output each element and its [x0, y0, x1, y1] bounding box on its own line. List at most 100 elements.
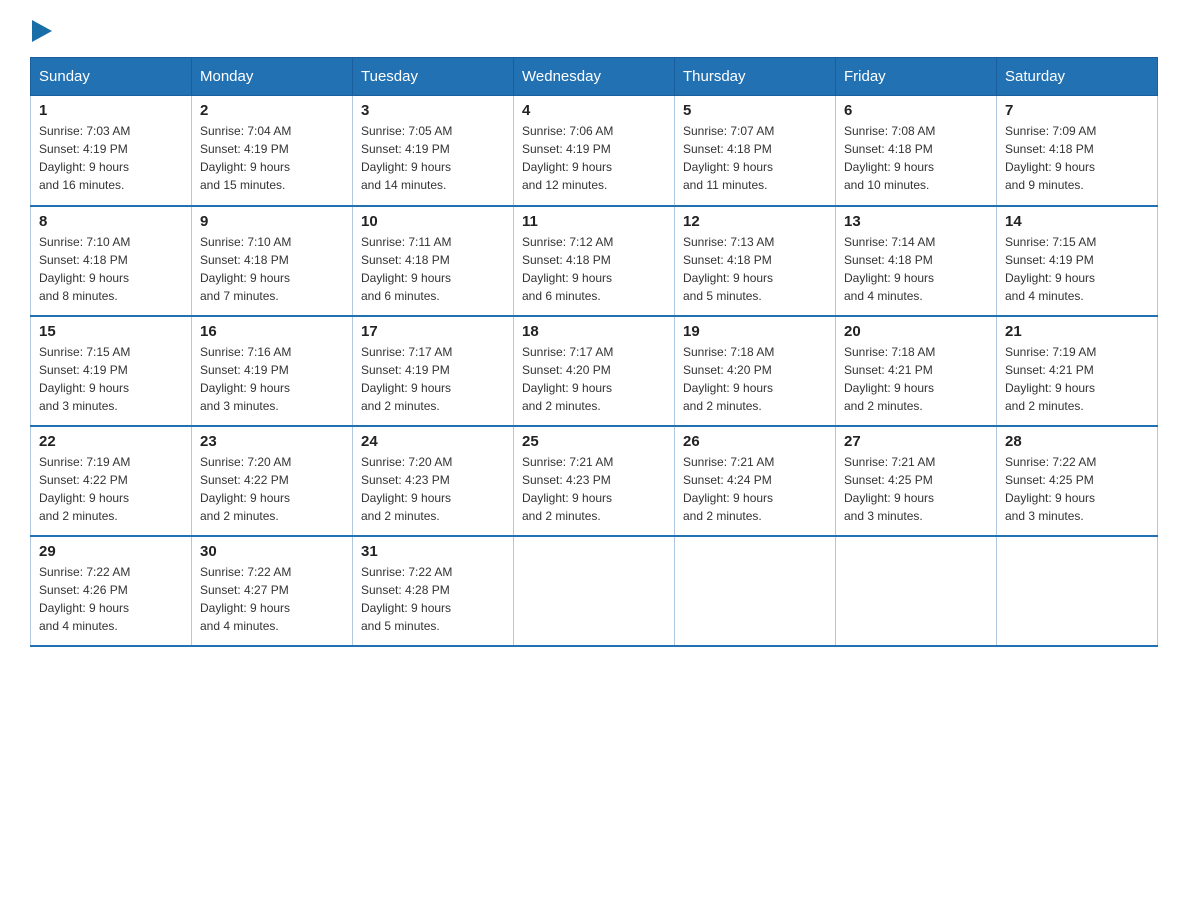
calendar-cell: 9 Sunrise: 7:10 AM Sunset: 4:18 PM Dayli…	[192, 206, 353, 316]
day-number: 6	[844, 102, 988, 119]
day-info: Sunrise: 7:18 AM Sunset: 4:21 PM Dayligh…	[844, 343, 988, 415]
calendar-cell	[514, 536, 675, 646]
day-number: 27	[844, 433, 988, 450]
calendar-cell: 4 Sunrise: 7:06 AM Sunset: 4:19 PM Dayli…	[514, 96, 675, 206]
day-number: 18	[522, 323, 666, 340]
day-number: 26	[683, 433, 827, 450]
day-info: Sunrise: 7:22 AM Sunset: 4:26 PM Dayligh…	[39, 563, 183, 635]
day-number: 30	[200, 543, 344, 560]
calendar-cell: 2 Sunrise: 7:04 AM Sunset: 4:19 PM Dayli…	[192, 96, 353, 206]
day-number: 4	[522, 102, 666, 119]
day-info: Sunrise: 7:22 AM Sunset: 4:27 PM Dayligh…	[200, 563, 344, 635]
header-day-sunday: Sunday	[31, 58, 192, 96]
calendar-cell: 11 Sunrise: 7:12 AM Sunset: 4:18 PM Dayl…	[514, 206, 675, 316]
page-header	[30, 20, 1158, 47]
day-number: 12	[683, 213, 827, 230]
day-number: 11	[522, 213, 666, 230]
calendar-cell: 20 Sunrise: 7:18 AM Sunset: 4:21 PM Dayl…	[836, 316, 997, 426]
day-info: Sunrise: 7:13 AM Sunset: 4:18 PM Dayligh…	[683, 233, 827, 305]
day-number: 13	[844, 213, 988, 230]
day-number: 29	[39, 543, 183, 560]
day-number: 23	[200, 433, 344, 450]
calendar-cell: 23 Sunrise: 7:20 AM Sunset: 4:22 PM Dayl…	[192, 426, 353, 536]
day-info: Sunrise: 7:16 AM Sunset: 4:19 PM Dayligh…	[200, 343, 344, 415]
calendar-week-row: 1 Sunrise: 7:03 AM Sunset: 4:19 PM Dayli…	[31, 96, 1158, 206]
calendar-cell: 1 Sunrise: 7:03 AM Sunset: 4:19 PM Dayli…	[31, 96, 192, 206]
day-info: Sunrise: 7:07 AM Sunset: 4:18 PM Dayligh…	[683, 122, 827, 194]
day-number: 7	[1005, 102, 1149, 119]
calendar-cell: 16 Sunrise: 7:16 AM Sunset: 4:19 PM Dayl…	[192, 316, 353, 426]
calendar-cell: 13 Sunrise: 7:14 AM Sunset: 4:18 PM Dayl…	[836, 206, 997, 316]
calendar-cell: 5 Sunrise: 7:07 AM Sunset: 4:18 PM Dayli…	[675, 96, 836, 206]
calendar-week-row: 22 Sunrise: 7:19 AM Sunset: 4:22 PM Dayl…	[31, 426, 1158, 536]
day-info: Sunrise: 7:18 AM Sunset: 4:20 PM Dayligh…	[683, 343, 827, 415]
calendar-cell: 15 Sunrise: 7:15 AM Sunset: 4:19 PM Dayl…	[31, 316, 192, 426]
header-day-tuesday: Tuesday	[353, 58, 514, 96]
calendar-cell: 30 Sunrise: 7:22 AM Sunset: 4:27 PM Dayl…	[192, 536, 353, 646]
header-day-wednesday: Wednesday	[514, 58, 675, 96]
day-info: Sunrise: 7:21 AM Sunset: 4:23 PM Dayligh…	[522, 453, 666, 525]
calendar-cell	[675, 536, 836, 646]
calendar-cell: 10 Sunrise: 7:11 AM Sunset: 4:18 PM Dayl…	[353, 206, 514, 316]
calendar-cell: 7 Sunrise: 7:09 AM Sunset: 4:18 PM Dayli…	[997, 96, 1158, 206]
day-number: 15	[39, 323, 183, 340]
day-number: 16	[200, 323, 344, 340]
day-number: 8	[39, 213, 183, 230]
day-number: 10	[361, 213, 505, 230]
day-info: Sunrise: 7:12 AM Sunset: 4:18 PM Dayligh…	[522, 233, 666, 305]
day-info: Sunrise: 7:04 AM Sunset: 4:19 PM Dayligh…	[200, 122, 344, 194]
day-number: 2	[200, 102, 344, 119]
calendar-cell: 17 Sunrise: 7:17 AM Sunset: 4:19 PM Dayl…	[353, 316, 514, 426]
day-info: Sunrise: 7:19 AM Sunset: 4:21 PM Dayligh…	[1005, 343, 1149, 415]
calendar-cell: 26 Sunrise: 7:21 AM Sunset: 4:24 PM Dayl…	[675, 426, 836, 536]
calendar-cell	[997, 536, 1158, 646]
calendar-cell: 22 Sunrise: 7:19 AM Sunset: 4:22 PM Dayl…	[31, 426, 192, 536]
day-info: Sunrise: 7:22 AM Sunset: 4:28 PM Dayligh…	[361, 563, 505, 635]
calendar-cell: 27 Sunrise: 7:21 AM Sunset: 4:25 PM Dayl…	[836, 426, 997, 536]
day-info: Sunrise: 7:17 AM Sunset: 4:20 PM Dayligh…	[522, 343, 666, 415]
calendar-cell: 25 Sunrise: 7:21 AM Sunset: 4:23 PM Dayl…	[514, 426, 675, 536]
day-info: Sunrise: 7:06 AM Sunset: 4:19 PM Dayligh…	[522, 122, 666, 194]
calendar-cell: 3 Sunrise: 7:05 AM Sunset: 4:19 PM Dayli…	[353, 96, 514, 206]
calendar-header-row: SundayMondayTuesdayWednesdayThursdayFrid…	[31, 58, 1158, 96]
day-info: Sunrise: 7:22 AM Sunset: 4:25 PM Dayligh…	[1005, 453, 1149, 525]
logo-arrow-icon	[32, 20, 52, 42]
day-number: 19	[683, 323, 827, 340]
day-info: Sunrise: 7:09 AM Sunset: 4:18 PM Dayligh…	[1005, 122, 1149, 194]
calendar-cell: 31 Sunrise: 7:22 AM Sunset: 4:28 PM Dayl…	[353, 536, 514, 646]
day-info: Sunrise: 7:08 AM Sunset: 4:18 PM Dayligh…	[844, 122, 988, 194]
day-number: 31	[361, 543, 505, 560]
calendar-cell: 21 Sunrise: 7:19 AM Sunset: 4:21 PM Dayl…	[997, 316, 1158, 426]
day-number: 20	[844, 323, 988, 340]
calendar-cell: 12 Sunrise: 7:13 AM Sunset: 4:18 PM Dayl…	[675, 206, 836, 316]
header-day-monday: Monday	[192, 58, 353, 96]
day-info: Sunrise: 7:11 AM Sunset: 4:18 PM Dayligh…	[361, 233, 505, 305]
calendar-week-row: 29 Sunrise: 7:22 AM Sunset: 4:26 PM Dayl…	[31, 536, 1158, 646]
header-day-thursday: Thursday	[675, 58, 836, 96]
day-info: Sunrise: 7:20 AM Sunset: 4:23 PM Dayligh…	[361, 453, 505, 525]
calendar-cell: 19 Sunrise: 7:18 AM Sunset: 4:20 PM Dayl…	[675, 316, 836, 426]
header-day-saturday: Saturday	[997, 58, 1158, 96]
calendar-week-row: 15 Sunrise: 7:15 AM Sunset: 4:19 PM Dayl…	[31, 316, 1158, 426]
day-number: 14	[1005, 213, 1149, 230]
calendar-table: SundayMondayTuesdayWednesdayThursdayFrid…	[30, 57, 1158, 647]
day-info: Sunrise: 7:15 AM Sunset: 4:19 PM Dayligh…	[39, 343, 183, 415]
calendar-cell: 29 Sunrise: 7:22 AM Sunset: 4:26 PM Dayl…	[31, 536, 192, 646]
day-number: 1	[39, 102, 183, 119]
calendar-cell	[836, 536, 997, 646]
day-info: Sunrise: 7:15 AM Sunset: 4:19 PM Dayligh…	[1005, 233, 1149, 305]
day-number: 21	[1005, 323, 1149, 340]
logo	[30, 20, 52, 47]
day-number: 24	[361, 433, 505, 450]
day-number: 25	[522, 433, 666, 450]
day-info: Sunrise: 7:19 AM Sunset: 4:22 PM Dayligh…	[39, 453, 183, 525]
day-info: Sunrise: 7:17 AM Sunset: 4:19 PM Dayligh…	[361, 343, 505, 415]
header-day-friday: Friday	[836, 58, 997, 96]
day-number: 22	[39, 433, 183, 450]
day-info: Sunrise: 7:03 AM Sunset: 4:19 PM Dayligh…	[39, 122, 183, 194]
day-number: 17	[361, 323, 505, 340]
calendar-cell: 8 Sunrise: 7:10 AM Sunset: 4:18 PM Dayli…	[31, 206, 192, 316]
calendar-cell: 6 Sunrise: 7:08 AM Sunset: 4:18 PM Dayli…	[836, 96, 997, 206]
calendar-cell: 14 Sunrise: 7:15 AM Sunset: 4:19 PM Dayl…	[997, 206, 1158, 316]
day-info: Sunrise: 7:20 AM Sunset: 4:22 PM Dayligh…	[200, 453, 344, 525]
